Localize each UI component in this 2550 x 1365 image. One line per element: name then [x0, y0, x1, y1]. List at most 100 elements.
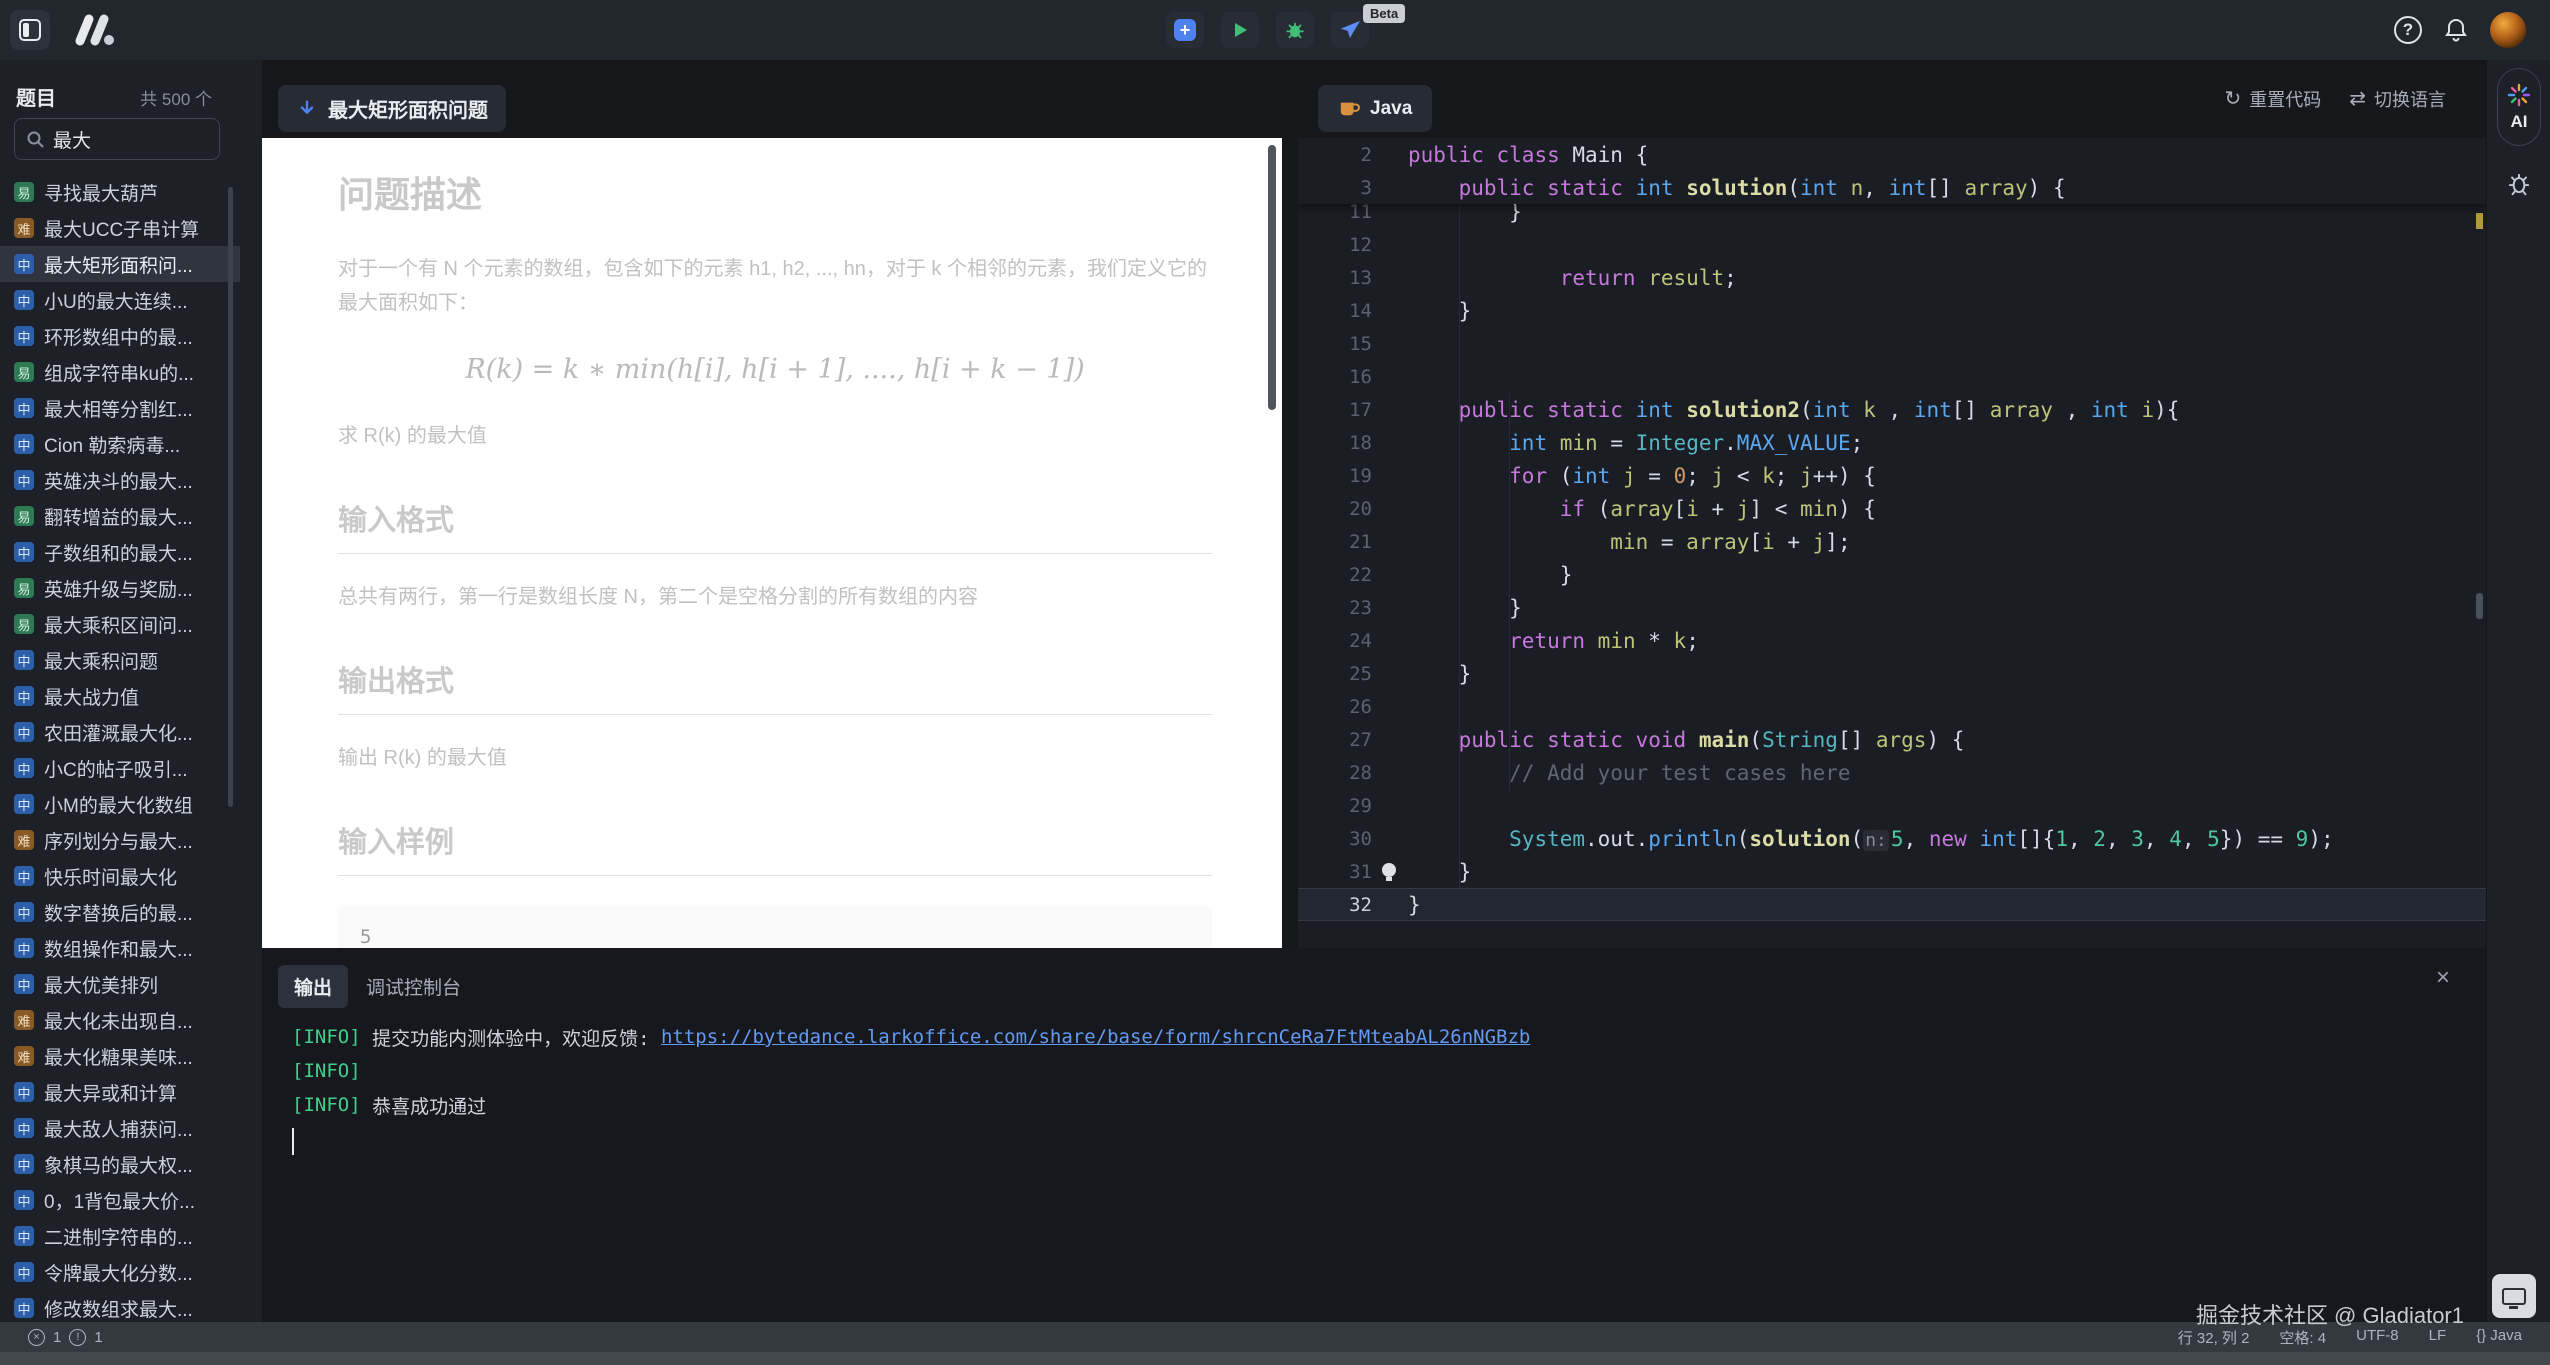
code-line[interactable]: 12 — [1298, 228, 2486, 261]
problem-list-item[interactable]: 中最大乘积问题 — [0, 642, 240, 678]
problem-list-item[interactable]: 难序列划分与最大... — [0, 822, 240, 858]
problem-list-item[interactable]: 中最大异或和计算 — [0, 1074, 240, 1110]
code-line[interactable]: 25 } — [1298, 657, 2486, 690]
avatar[interactable] — [2490, 12, 2526, 48]
problem-list-item[interactable]: 易最大乘积区间问... — [0, 606, 240, 642]
code-line[interactable]: 2public class Main { — [1298, 138, 2486, 171]
reset-icon: ↻ — [2224, 89, 2241, 109]
problem-list-item[interactable]: 易英雄升级与奖励... — [0, 570, 240, 606]
help-icon[interactable]: ? — [2394, 16, 2422, 44]
code-line[interactable]: 31 } — [1298, 855, 2486, 888]
problem-tab[interactable]: 最大矩形面积问题 — [278, 85, 506, 132]
difficulty-badge: 中 — [14, 866, 34, 886]
problem-list-item[interactable]: 中二进制字符串的... — [0, 1218, 240, 1254]
problem-list-item[interactable]: 中Cion 勒索病毒... — [0, 426, 240, 462]
problem-title: 0，1背包最大价... — [44, 1187, 195, 1214]
problem-list-item[interactable]: 易寻找最大葫芦 — [0, 174, 240, 210]
code-line[interactable]: 15 — [1298, 327, 2486, 360]
code-line[interactable]: 32} — [1298, 888, 2486, 921]
problem-list-item[interactable]: 难最大UCC子串计算 — [0, 210, 240, 246]
language-mode[interactable]: {} Java — [2476, 1327, 2522, 1348]
bell-icon[interactable] — [2444, 17, 2468, 43]
overview-ruler-marker — [2476, 213, 2483, 229]
code-line[interactable]: 30 System.out.println(solution(n:5, new … — [1298, 822, 2486, 855]
code-line[interactable]: 13 return result; — [1298, 261, 2486, 294]
sidebar-scrollbar[interactable] — [228, 187, 233, 807]
code-text: int min = Integer.MAX_VALUE; — [1372, 431, 1863, 455]
code-line[interactable]: 27 public static void main(String[] args… — [1298, 723, 2486, 756]
tab-output[interactable]: 输出 — [278, 965, 348, 1008]
problem-list-item[interactable]: 中修改数组求最大... — [0, 1290, 240, 1322]
watermark: 掘金技术社区 @ Gladiator1 — [2196, 1298, 2464, 1330]
debug-shield-icon[interactable] — [2506, 170, 2532, 198]
problem-list-item[interactable]: 中农田灌溉最大化... — [0, 714, 240, 750]
problem-scrollbar[interactable] — [1268, 145, 1276, 410]
switch-language-button[interactable]: ⇄ 切换语言 — [2349, 86, 2446, 112]
code-line[interactable]: 19 for (int j = 0; j < k; j++) { — [1298, 459, 2486, 492]
ai-assistant-button[interactable]: AI — [2497, 68, 2541, 146]
code-line[interactable]: 22 } — [1298, 558, 2486, 591]
screen-widget-button[interactable] — [2492, 1274, 2536, 1318]
problems-status[interactable]: × 1 ! 1 — [0, 1329, 103, 1346]
problem-list-item[interactable]: 中小C的帖子吸引... — [0, 750, 240, 786]
statusbar: × 1 ! 1 行 32, 列 2 空格: 4 UTF-8 LF {} Java — [0, 1322, 2550, 1352]
code-line[interactable]: 14 } — [1298, 294, 2486, 327]
debug-button[interactable] — [1276, 12, 1314, 48]
console-log-line: [INFO] 提交功能内测体验中，欢迎反馈: https://bytedance… — [292, 1020, 1530, 1054]
problem-list-item[interactable]: 中子数组和的最大... — [0, 534, 240, 570]
problem-list-item[interactable]: 中数组操作和最大... — [0, 930, 240, 966]
code-line[interactable]: 26 — [1298, 690, 2486, 723]
editor-actions: ↻ 重置代码 ⇄ 切换语言 — [2224, 60, 2446, 138]
problem-list-item[interactable]: 难最大化未出现自... — [0, 1002, 240, 1038]
problem-list-item[interactable]: 易组成字符串ku的... — [0, 354, 240, 390]
problem-title: 最大化未出现自... — [44, 1007, 193, 1034]
search-input[interactable] — [53, 128, 209, 150]
problem-list-item[interactable]: 中象棋马的最大权... — [0, 1146, 240, 1182]
code-line[interactable]: 29 — [1298, 789, 2486, 822]
problem-list-item[interactable]: 中最大战力值 — [0, 678, 240, 714]
code-line[interactable]: 24 return min * k; — [1298, 624, 2486, 657]
run-button[interactable] — [1221, 12, 1259, 48]
problem-title: 最大UCC子串计算 — [44, 215, 199, 242]
problem-list-item[interactable]: 中最大相等分割红... — [0, 390, 240, 426]
problem-list-item[interactable]: 中快乐时间最大化 — [0, 858, 240, 894]
code-line[interactable]: 23 } — [1298, 591, 2486, 624]
lightbulb-icon[interactable] — [1382, 863, 1396, 877]
line-number: 25 — [1298, 663, 1372, 685]
problem-list-item[interactable]: 中小U的最大连续... — [0, 282, 240, 318]
editor-scrollbar[interactable] — [2476, 593, 2483, 619]
problem-header: 最大矩形面积问题 — [262, 60, 1282, 138]
problem-title: 二进制字符串的... — [44, 1223, 193, 1250]
language-tab[interactable]: Java — [1318, 85, 1432, 132]
problem-list-item[interactable]: 中0，1背包最大价... — [0, 1182, 240, 1218]
problem-list-item[interactable]: 易翻转增益的最大... — [0, 498, 240, 534]
code-line[interactable]: 28 // Add your test cases here — [1298, 756, 2486, 789]
problem-list-item[interactable]: 中令牌最大化分数... — [0, 1254, 240, 1290]
search-box[interactable] — [14, 118, 220, 160]
difficulty-badge: 易 — [14, 614, 34, 634]
sidebar-toggle-button[interactable] — [10, 10, 50, 50]
add-test-button[interactable]: + — [1166, 12, 1204, 48]
tab-debug-console[interactable]: 调试控制台 — [366, 973, 461, 1000]
code-line[interactable]: 18 int min = Integer.MAX_VALUE; — [1298, 426, 2486, 459]
code-line[interactable]: 21 min = array[i + j]; — [1298, 525, 2486, 558]
problem-list-item[interactable]: 中最大优美排列 — [0, 966, 240, 1002]
problem-list-item[interactable]: 中最大矩形面积问... — [0, 246, 240, 282]
problem-list-item[interactable]: 难最大化糖果美味... — [0, 1038, 240, 1074]
code-editor[interactable]: 11 }1213 return result;14 }151617 public… — [1298, 138, 2486, 948]
feedback-link[interactable]: https://bytedance.larkoffice.com/share/b… — [661, 1026, 1530, 1048]
problem-list-item[interactable]: 中小M的最大化数组 — [0, 786, 240, 822]
code-line[interactable]: 17 public static int solution2(int k , i… — [1298, 393, 2486, 426]
problem-list-item[interactable]: 中数字替换后的最... — [0, 894, 240, 930]
problem-list-item[interactable]: 中最大敌人捕获问... — [0, 1110, 240, 1146]
problem-list-item[interactable]: 中环形数组中的最... — [0, 318, 240, 354]
code-line[interactable]: 3 public static int solution(int n, int[… — [1298, 171, 2486, 204]
problem-list-item[interactable]: 中英雄决斗的最大... — [0, 462, 240, 498]
code-line[interactable]: 16 — [1298, 360, 2486, 393]
log-text: 恭喜成功通过 — [361, 1092, 486, 1119]
reset-code-button[interactable]: ↻ 重置代码 — [2224, 86, 2321, 112]
monitor-icon — [2502, 1288, 2526, 1305]
code-line[interactable]: 20 if (array[i + j] < min) { — [1298, 492, 2486, 525]
difficulty-badge: 中 — [14, 650, 34, 670]
close-icon[interactable]: × — [2436, 966, 2450, 990]
